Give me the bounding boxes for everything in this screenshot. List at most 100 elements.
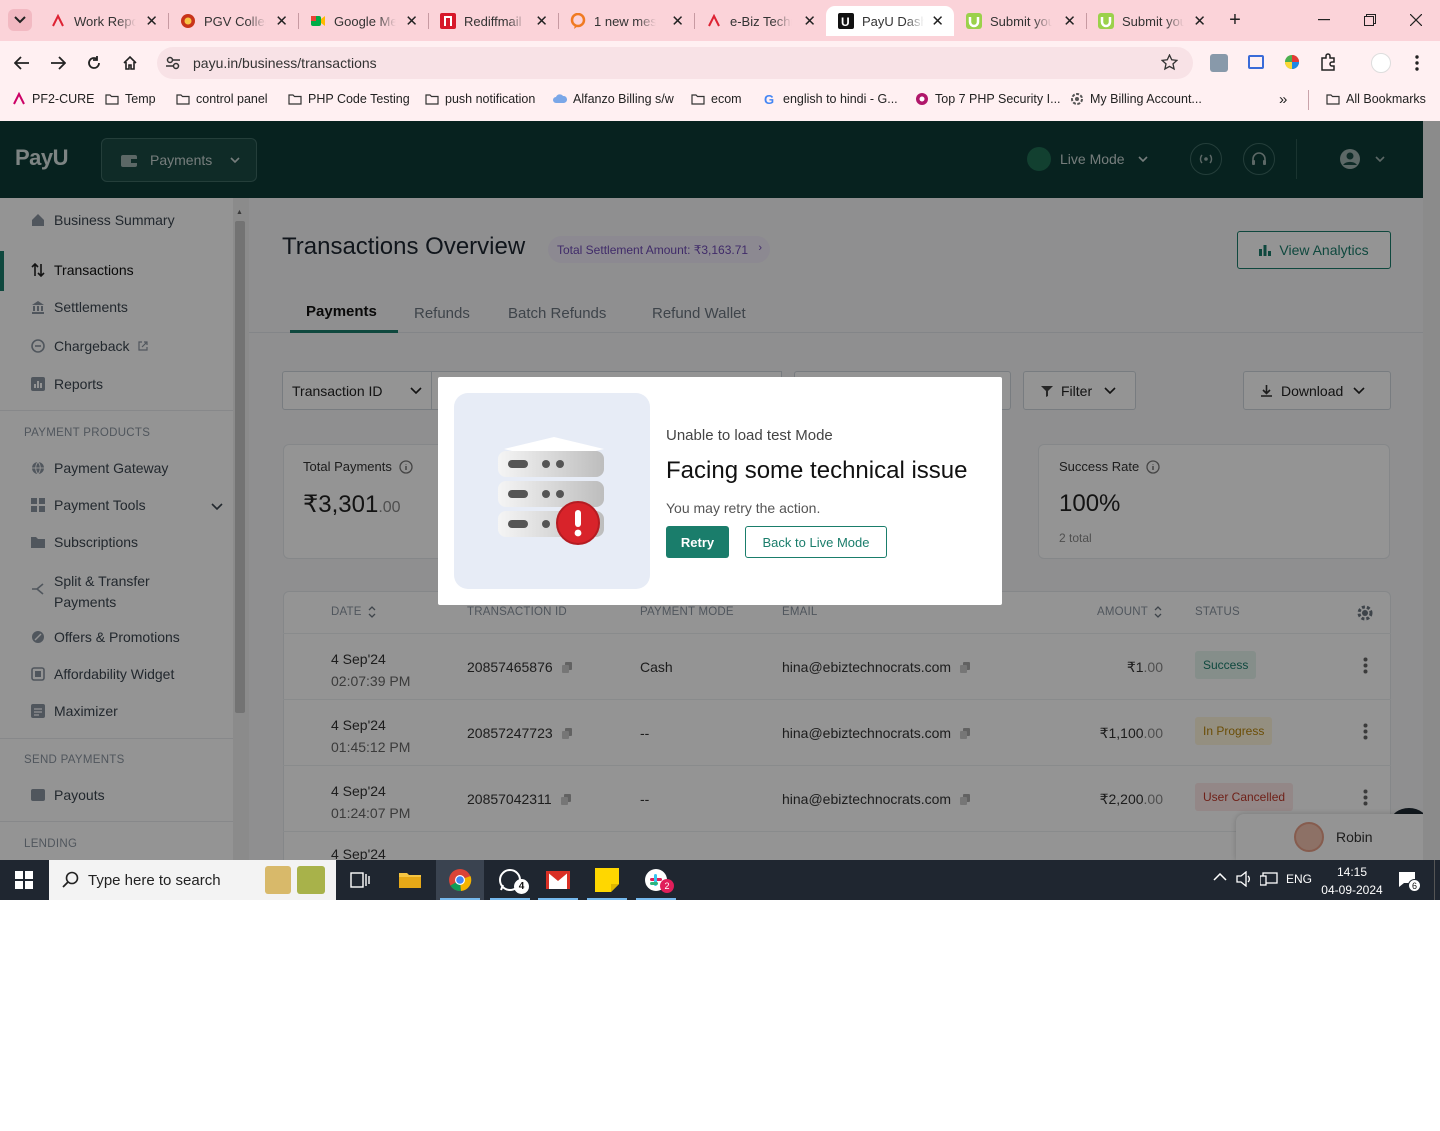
site-info-icon[interactable] (165, 55, 181, 71)
browser-tab[interactable]: Work Repor ✕ (38, 6, 168, 36)
browser-tab[interactable]: e-Biz Techn ✕ (694, 6, 826, 36)
retry-button[interactable]: Retry (666, 526, 729, 558)
extension-color-icon[interactable] (1284, 54, 1300, 70)
notification-badge: 6 (1408, 879, 1421, 892)
bookmark-folder[interactable]: PHP Code Testing (288, 92, 410, 106)
bookmark-item[interactable]: Top 7 PHP Security I... (915, 92, 1061, 106)
close-tab-icon[interactable]: ✕ (671, 12, 684, 30)
close-tab-icon[interactable]: ✕ (145, 12, 158, 30)
taskbar-search[interactable]: Type here to search (49, 860, 336, 900)
folder-icon (425, 92, 439, 106)
show-hidden-icons-button[interactable] (1213, 873, 1227, 881)
tab-title: PGV Colleg (204, 13, 266, 29)
bookmark-item[interactable]: Alfanzo Billing s/w (553, 92, 674, 106)
bookmark-folder[interactable]: Temp (105, 92, 156, 106)
bookmark-folder[interactable]: ecom (691, 92, 742, 106)
tab-title: e-Biz Techn (730, 13, 792, 29)
arrow-right-icon (51, 56, 66, 70)
browser-tab[interactable]: Google Me ✕ (298, 6, 428, 36)
close-tab-icon[interactable]: ✕ (535, 12, 548, 30)
bookmark-item[interactable]: Genglish to hindi - G... (763, 92, 898, 106)
task-view-button[interactable] (336, 860, 384, 900)
browser-tab[interactable]: PGV Colleg ✕ (168, 6, 298, 36)
back-button[interactable] (11, 52, 33, 74)
ebiz-icon (706, 13, 722, 29)
browser-tab[interactable]: Submit you ✕ (954, 6, 1086, 36)
task-view-icon (350, 872, 370, 888)
close-tab-icon[interactable]: ✕ (803, 12, 816, 30)
server-error-illustration (454, 393, 650, 589)
notification-center-button[interactable]: 6 (1398, 871, 1421, 892)
search-highlight-image (265, 866, 291, 894)
close-tab-icon[interactable]: ✕ (1193, 12, 1206, 30)
profile-avatar[interactable] (1371, 53, 1391, 73)
home-button[interactable] (119, 52, 141, 74)
cloud-icon (553, 92, 567, 106)
payu-dashboard: PayU Payments Live Mode Business Summary… (0, 121, 1440, 860)
svg-text:G: G (764, 92, 774, 106)
tab-title: Rediffmail (464, 13, 522, 29)
payu-icon: U (838, 13, 854, 29)
bookmarks-divider (1308, 90, 1309, 110)
browser-menu-icon[interactable] (1414, 54, 1420, 72)
browser-tab-active[interactable]: U PayU Dashb ✕ (826, 6, 954, 36)
bookmark-folder[interactable]: push notification (425, 92, 535, 106)
extensions-puzzle-icon[interactable] (1319, 53, 1337, 71)
all-bookmarks-folder[interactable]: All Bookmarks (1326, 92, 1426, 106)
browser-tab[interactable]: Submit you ✕ (1086, 6, 1216, 36)
bookmark-item[interactable]: PF2-CURE (12, 92, 95, 106)
file-explorer-button[interactable] (386, 860, 434, 900)
more-bookmarks-icon[interactable]: » (1279, 91, 1287, 108)
close-window-button[interactable] (1402, 6, 1430, 34)
upwork-icon (966, 13, 982, 29)
close-tab-icon[interactable]: ✕ (931, 12, 944, 30)
forward-button[interactable] (47, 52, 69, 74)
gear-icon (1070, 92, 1084, 106)
restore-button[interactable] (1356, 6, 1384, 34)
browser-tab[interactable]: 1 new mess ✕ (558, 6, 694, 36)
chrome-icon (449, 869, 472, 892)
search-placeholder: Type here to search (88, 871, 221, 889)
sticky-note-icon (595, 868, 619, 892)
upwork-icon (1098, 13, 1114, 29)
search-highlight-image (297, 866, 325, 894)
extension-devtools-icon[interactable] (1210, 54, 1228, 72)
folder-icon (399, 873, 421, 888)
google-icon: G (763, 92, 777, 106)
bookmark-item[interactable]: My Billing Account... (1070, 92, 1202, 106)
clock[interactable]: 14:15 04-09-2024 (1318, 863, 1386, 899)
language-indicator[interactable]: ENG (1286, 872, 1312, 886)
new-tab-button[interactable]: + (1224, 8, 1246, 32)
chat-icon (570, 13, 586, 29)
extension-translate-icon[interactable] (1248, 55, 1264, 69)
browser-tab[interactable]: Rediffmail ✕ (428, 6, 558, 36)
network-icon[interactable] (1260, 872, 1278, 886)
blank-area (0, 900, 1440, 1131)
url-text: payu.in/business/transactions (193, 55, 377, 71)
back-to-live-mode-button[interactable]: Back to Live Mode (745, 526, 887, 558)
sticky-notes-button[interactable] (583, 860, 631, 900)
modal-title: Facing some technical issue (666, 457, 968, 484)
bookmark-star-icon[interactable] (1161, 54, 1178, 71)
whatsapp-taskbar-button[interactable]: 4 (486, 860, 534, 900)
modal-subtitle: Unable to load test Mode (666, 427, 833, 444)
chrome-taskbar-button[interactable] (436, 860, 484, 900)
start-button[interactable] (0, 860, 48, 900)
reload-button[interactable] (83, 52, 105, 74)
mail-taskbar-button[interactable] (534, 860, 582, 900)
ebiz-icon (50, 13, 66, 29)
tab-search-button[interactable] (8, 9, 32, 31)
close-tab-icon[interactable]: ✕ (405, 12, 418, 30)
error-modal: Unable to load test Mode Facing some tec… (438, 377, 1002, 605)
show-desktop-button[interactable] (1434, 860, 1440, 900)
minimize-button[interactable] (1310, 6, 1338, 34)
notification-badge: 4 (514, 879, 529, 894)
tab-title: Submit you (990, 13, 1052, 29)
slack-taskbar-button[interactable]: 2 (632, 860, 680, 900)
pgv-icon (180, 13, 196, 29)
folder-icon (105, 92, 119, 106)
close-tab-icon[interactable]: ✕ (1063, 12, 1076, 30)
close-tab-icon[interactable]: ✕ (275, 12, 288, 30)
bookmark-folder[interactable]: control panel (176, 92, 268, 106)
volume-icon[interactable] (1236, 871, 1252, 887)
